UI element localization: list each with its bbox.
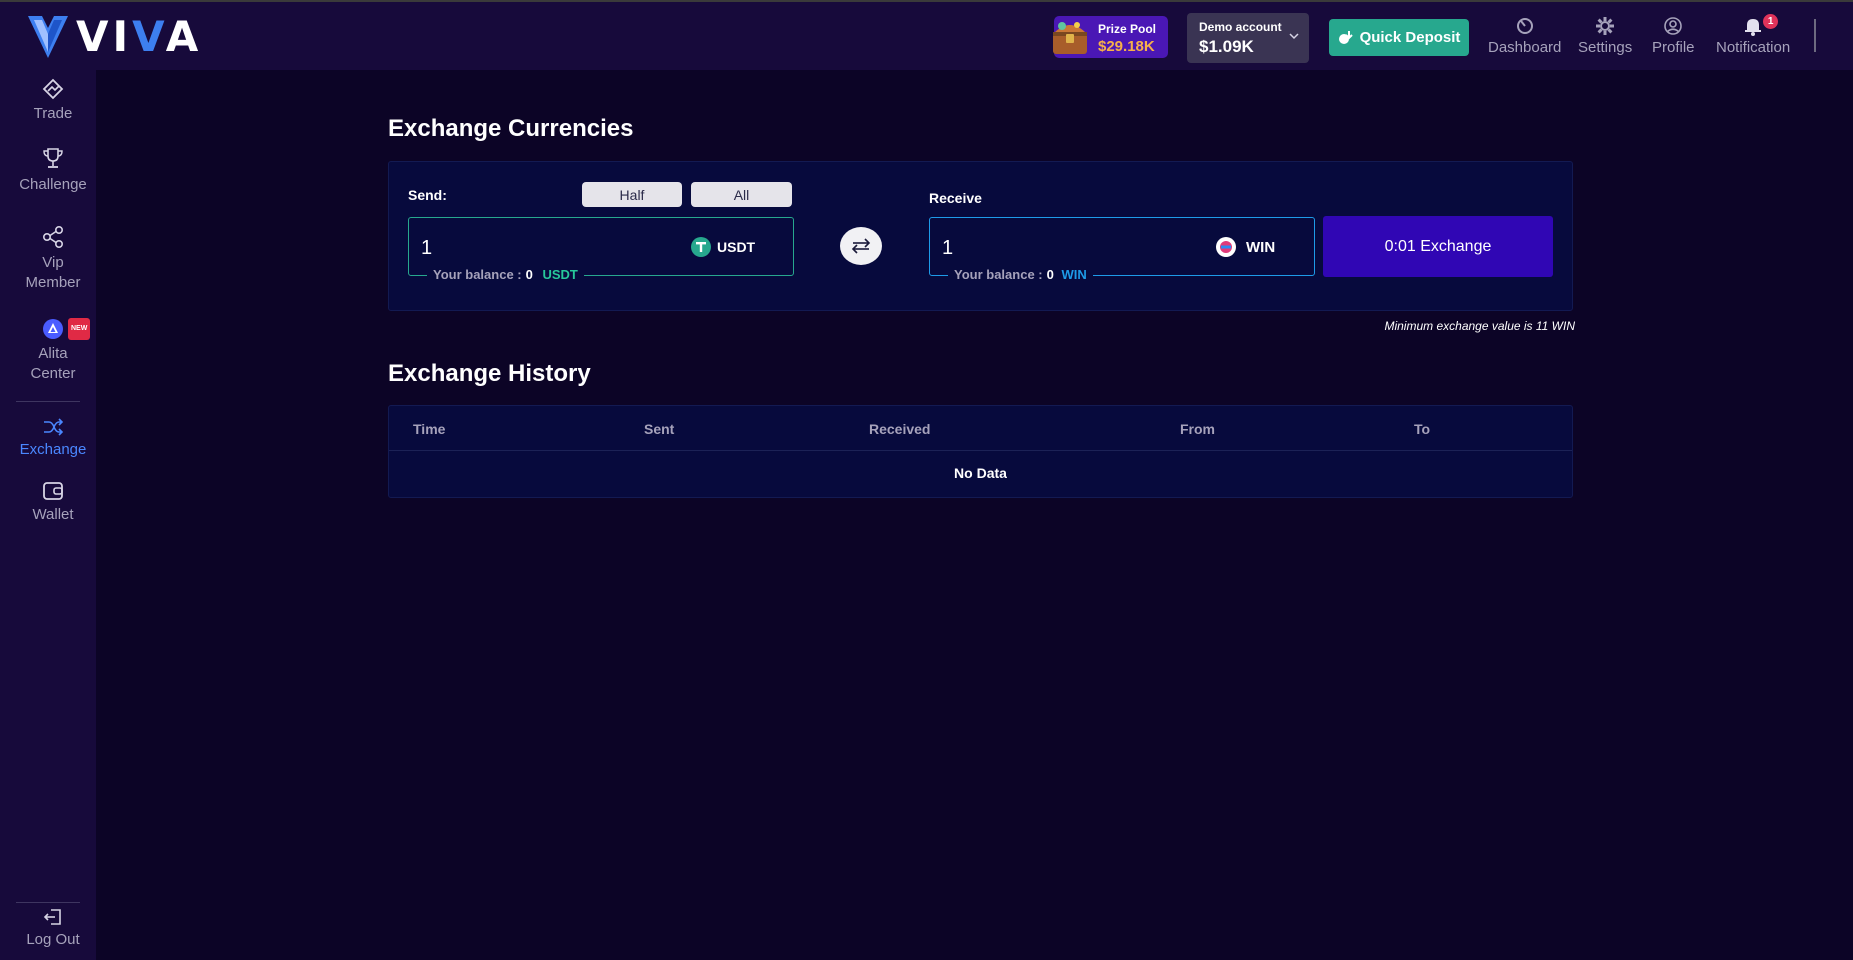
account-label: Demo account (1199, 20, 1282, 34)
sidebar-item-label: Exchange (19, 441, 87, 458)
exchange-button[interactable]: 0:01 Exchange (1323, 216, 1553, 277)
brand-name: VIVA (76, 12, 203, 61)
logout-label: Log Out (26, 931, 80, 948)
deposit-icon (1338, 30, 1353, 44)
viva-logo[interactable]: VIVA (28, 16, 202, 58)
send-balance-currency: USDT (542, 267, 578, 282)
usdt-coin-icon (691, 237, 711, 257)
nav-profile-label: Profile (1652, 39, 1695, 56)
receive-balance-currency: WIN (1061, 267, 1087, 282)
sidebar-bottom-divider (16, 902, 80, 903)
gear-icon (1596, 17, 1615, 35)
column-header-from: From (1180, 421, 1215, 437)
trophy-icon (43, 148, 63, 168)
account-balance: $1.09K (1199, 37, 1254, 56)
nav-notification-label: Notification (1716, 39, 1791, 56)
dashboard-icon (1516, 18, 1533, 34)
send-currency-label: USDT (717, 239, 756, 255)
top-bar: VIVA Prize Pool $29.18K Demo account $1.… (0, 0, 1853, 70)
sidebar-item-wallet[interactable]: Wallet (0, 481, 106, 525)
swap-arrows-icon (851, 238, 871, 254)
half-button[interactable]: Half (582, 182, 682, 207)
sidebar-item-alita-center[interactable]: NEW Alita Center (0, 318, 106, 384)
send-balance-value: 0 (525, 267, 533, 282)
sidebar-item-challenge[interactable]: Challenge (0, 147, 106, 195)
new-tag-badge: NEW (68, 318, 91, 340)
history-table: Time Sent Received From To No Data (388, 405, 1573, 498)
trade-icon (42, 78, 64, 100)
shuffle-icon (44, 418, 64, 436)
chevron-down-icon (1289, 33, 1299, 40)
nav-profile[interactable]: Profile (1652, 16, 1695, 56)
logout-icon (43, 909, 61, 925)
exchange-panel: Send: Half All 1 USDT Your balance :0 US… (388, 161, 1573, 311)
header-divider (1814, 19, 1816, 52)
sidebar-item-label: Alita Center (30, 345, 76, 382)
quick-deposit-button[interactable]: Quick Deposit (1329, 19, 1469, 56)
share-icon (42, 225, 64, 249)
viva-logo-icon (28, 16, 68, 58)
logout-button[interactable]: Log Out (0, 908, 106, 950)
prize-pool-value: $29.18K (1098, 38, 1155, 55)
receive-balance-label: Your balance : (954, 267, 1043, 282)
all-button[interactable]: All (691, 182, 792, 207)
empty-table-message: No Data (954, 465, 1007, 481)
receive-balance: Your balance :0 WIN (948, 267, 1093, 282)
minimum-exchange-note: Minimum exchange value is 11 WIN (1384, 319, 1575, 333)
user-icon (1664, 17, 1683, 35)
send-balance: Your balance :0 USDT (427, 267, 584, 282)
sidebar-item-vip-member[interactable]: Vip Member (0, 225, 106, 293)
notification-count-badge: 1 (1763, 14, 1779, 29)
receive-balance-value: 0 (1046, 267, 1054, 282)
column-header-sent: Sent (644, 421, 675, 437)
sidebar-item-trade[interactable]: Trade (0, 78, 106, 124)
column-header-time: Time (413, 421, 446, 437)
sidebar-item-label: Challenge (19, 176, 87, 193)
send-amount-input[interactable]: 1 (421, 237, 432, 260)
account-selector[interactable]: Demo account $1.09K (1187, 13, 1309, 63)
send-amount-field[interactable]: 1 USDT Your balance :0 USDT (408, 217, 794, 282)
sidebar-item-label: Vip Member (25, 254, 81, 291)
send-label: Send: (408, 187, 447, 203)
prize-pool-label: Prize Pool (1098, 22, 1157, 36)
win-coin-icon (1216, 237, 1236, 257)
nav-settings-label: Settings (1578, 39, 1633, 56)
nav-settings[interactable]: Settings (1578, 16, 1632, 56)
wallet-icon (43, 482, 63, 500)
exchange-title: Exchange Currencies (388, 115, 634, 142)
nav-dashboard-label: Dashboard (1488, 39, 1562, 56)
quick-deposit-label: Quick Deposit (1359, 29, 1461, 46)
nav-dashboard[interactable]: Dashboard (1488, 16, 1561, 56)
send-balance-label: Your balance : (433, 267, 522, 282)
receive-amount-field[interactable]: 1 WIN Your balance :0 WIN (929, 217, 1315, 282)
prize-pool[interactable]: Prize Pool $29.18K (1053, 16, 1168, 58)
sidebar-divider (16, 401, 80, 402)
history-title: Exchange History (388, 360, 591, 387)
receive-label: Receive (929, 190, 982, 206)
sidebar-item-exchange[interactable]: Exchange (0, 418, 106, 460)
send-currency[interactable]: USDT (691, 237, 755, 257)
column-header-to: To (1414, 421, 1431, 437)
treasure-chest-icon (1053, 22, 1087, 54)
sidebar-item-label: Wallet (32, 506, 74, 523)
alita-icon (43, 319, 63, 339)
swap-currencies-button[interactable] (840, 227, 882, 265)
receive-currency[interactable]: WIN (1216, 237, 1275, 257)
sidebar-item-label: Trade (33, 105, 73, 122)
history-table-header: Time Sent Received From To (389, 406, 1572, 451)
receive-currency-label: WIN (1246, 238, 1276, 256)
sidebar: Trade Challenge Vip Member NEW Alita Cen… (0, 70, 96, 960)
column-header-received: Received (869, 421, 931, 437)
receive-amount-input[interactable]: 1 (942, 237, 953, 260)
bell-icon (1745, 19, 1762, 36)
nav-notification[interactable]: Notification 1 (1716, 14, 1791, 56)
